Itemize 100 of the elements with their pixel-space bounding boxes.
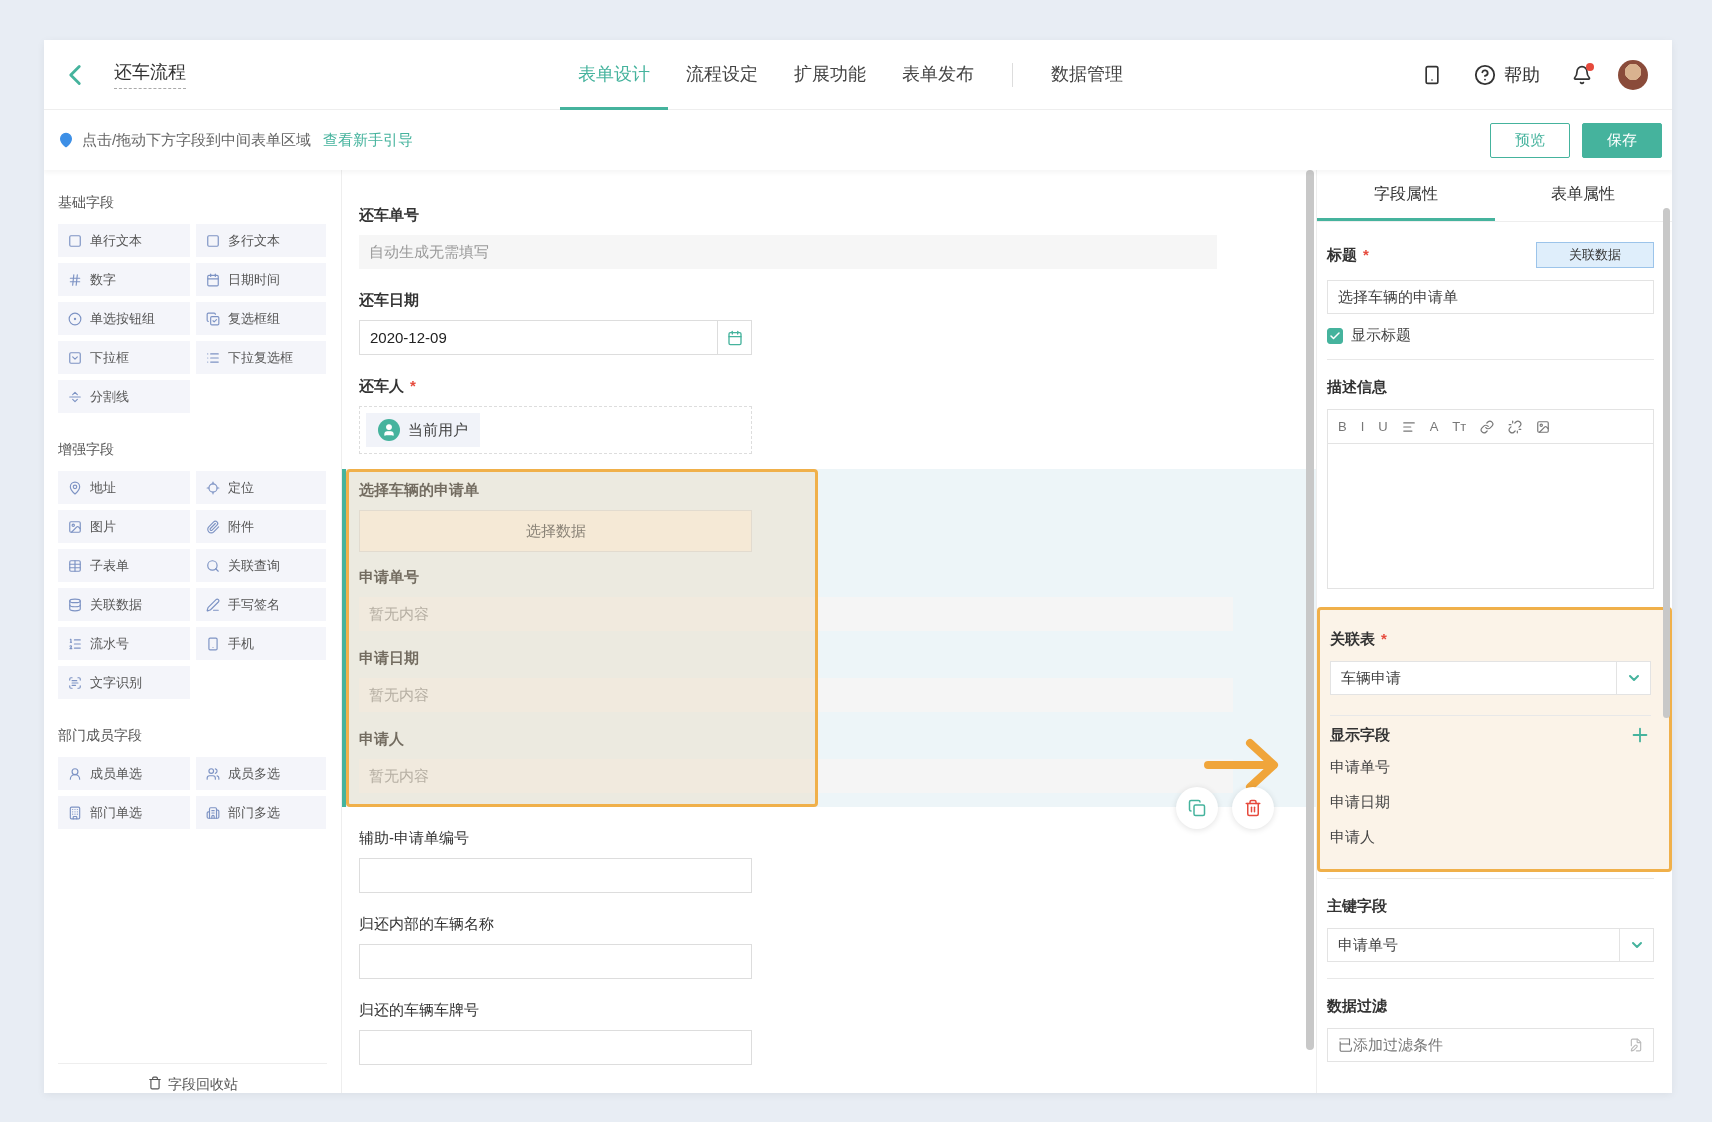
field-label: 申请日期 <box>359 649 420 668</box>
field-type-item[interactable]: 地址 <box>58 471 190 504</box>
field-type-item[interactable]: 子表单 <box>58 549 190 582</box>
field-type-item[interactable]: 复选框组 <box>196 302 326 335</box>
copy-button[interactable] <box>1176 787 1218 829</box>
field-type-item[interactable]: 成员单选 <box>58 757 190 790</box>
user-field[interactable]: 当前用户 <box>359 406 752 454</box>
nav-tab[interactable]: 数据管理 <box>1033 40 1141 110</box>
recycle-bin-label[interactable]: 字段回收站 <box>167 1076 238 1093</box>
field-type-item[interactable]: 日期时间 <box>196 263 326 296</box>
format-button[interactable]: B <box>1338 419 1347 434</box>
primary-key-select[interactable]: 申请单号 <box>1327 928 1654 962</box>
copy-icon <box>1188 799 1206 817</box>
field-type-item[interactable]: 关联数据 <box>58 588 190 621</box>
field-type-item[interactable]: 关联查询 <box>196 549 326 582</box>
field-type-item[interactable]: 单选按钮组 <box>58 302 190 335</box>
property-label: 描述信息 <box>1327 378 1387 397</box>
linked-table-select[interactable]: 车辆申请 <box>1330 661 1651 695</box>
hint-text: 点击/拖动下方字段到中间表单区域 <box>82 130 312 150</box>
image-button[interactable] <box>1536 419 1551 434</box>
field-type-item[interactable]: 下拉框 <box>58 341 190 374</box>
divider-icon <box>68 389 82 404</box>
field-type-item[interactable]: 手写签名 <box>196 588 326 621</box>
user-chip: 当前用户 <box>366 413 480 447</box>
date-field[interactable]: 2020-12-09 <box>359 320 752 355</box>
nav-tab[interactable]: 表单发布 <box>884 40 992 110</box>
help-icon <box>1474 63 1496 86</box>
format-button[interactable]: U <box>1378 419 1388 434</box>
title-input[interactable]: 选择车辆的申请单 <box>1327 280 1654 314</box>
field-type-label: 地址 <box>90 478 116 497</box>
field-type-label: 部门多选 <box>228 803 280 822</box>
pen-icon <box>206 597 220 612</box>
unlink-button[interactable] <box>1508 419 1523 434</box>
selected-field-block[interactable]: 选择车辆的申请单 选择数据 申请单号 暂无内容 申请日期 暂无内容 申请人 暂无内容 <box>342 469 1316 807</box>
paperclip-icon <box>206 519 220 534</box>
bell-icon[interactable] <box>1572 64 1592 85</box>
list-icon <box>68 636 82 651</box>
readonly-field: 暂无内容 <box>359 759 1233 793</box>
help-button[interactable]: 帮助 <box>1468 61 1546 88</box>
text-field[interactable] <box>359 1030 752 1065</box>
delete-button[interactable] <box>1232 787 1274 829</box>
field-type-item[interactable]: 分割线 <box>58 380 190 413</box>
display-field-item[interactable]: 申请日期 <box>1330 793 1651 812</box>
dropdown-icon <box>68 350 82 365</box>
property-tab[interactable]: 表单属性 <box>1494 170 1672 221</box>
text-field[interactable] <box>359 858 752 893</box>
display-field-item[interactable]: 申请人 <box>1330 828 1651 847</box>
phone-icon[interactable] <box>1422 64 1442 85</box>
field-type-item[interactable]: 手机 <box>196 627 326 660</box>
field-type-item[interactable]: 单行文本 <box>58 224 190 257</box>
building-icon <box>68 805 82 820</box>
format-button[interactable]: I <box>1360 419 1365 434</box>
field-label: 还车单号 <box>359 206 420 225</box>
field-type-item[interactable]: 图片 <box>58 510 190 543</box>
text-field[interactable] <box>359 944 752 979</box>
format-button[interactable]: Tт <box>1452 419 1467 434</box>
field-type-item[interactable]: 多行文本 <box>196 224 326 257</box>
trash-icon <box>1244 799 1262 817</box>
field-type-label: 成员单选 <box>90 764 142 783</box>
required-mark: * <box>1363 245 1369 263</box>
field-type-item[interactable]: 部门多选 <box>196 796 326 829</box>
database-icon <box>68 597 82 612</box>
field-type-item[interactable]: 文字识别 <box>58 666 190 699</box>
field-type-label: 手机 <box>228 634 254 653</box>
link-button[interactable] <box>1480 419 1495 434</box>
field-type-label: 分割线 <box>90 387 129 406</box>
field-type-item[interactable]: 定位 <box>196 471 326 504</box>
field-type-item[interactable]: 附件 <box>196 510 326 543</box>
nav-tab[interactable]: 流程设定 <box>668 40 776 110</box>
checkbox[interactable] <box>1327 327 1343 344</box>
field-type-item[interactable]: 成员多选 <box>196 757 326 790</box>
required-mark: * <box>410 377 416 394</box>
search-icon <box>206 558 220 573</box>
calendar-icon[interactable] <box>726 329 743 346</box>
pin-icon <box>68 480 82 495</box>
users-icon <box>206 766 220 781</box>
nav-tab[interactable]: 扩展功能 <box>776 40 884 110</box>
align-button[interactable] <box>1401 419 1416 434</box>
property-tab[interactable]: 字段属性 <box>1317 170 1495 221</box>
field-type-label: 文字识别 <box>90 673 142 692</box>
field-type-item[interactable]: 部门单选 <box>58 796 190 829</box>
format-button[interactable]: A <box>1429 419 1439 434</box>
data-filter-field[interactable]: 已添加过滤条件 <box>1327 1028 1654 1062</box>
property-label: 显示字段 <box>1330 725 1390 745</box>
edit-icon[interactable] <box>1629 1038 1643 1052</box>
avatar[interactable] <box>1618 59 1648 90</box>
field-type-item[interactable]: 数字 <box>58 263 190 296</box>
show-title-checkbox[interactable]: 显示标题 <box>1327 326 1654 345</box>
field-type-item[interactable]: 流水号 <box>58 627 190 660</box>
field-type-item[interactable]: 下拉复选框 <box>196 341 326 374</box>
display-field-item[interactable]: 申请单号 <box>1330 758 1651 777</box>
form-title: 还车流程 <box>114 60 186 89</box>
rich-text-editor[interactable]: B I U A Tт <box>1327 409 1654 589</box>
check-icon <box>1329 329 1341 342</box>
field-label: 辅助-申请单编号 <box>359 829 470 848</box>
field-type-label: 数字 <box>90 270 116 289</box>
field-type-label: 手写签名 <box>228 595 280 614</box>
field-label: 申请单号 <box>359 568 420 587</box>
linked-data-button[interactable]: 关联数据 <box>1536 242 1654 268</box>
field-type-label: 关联数据 <box>90 595 142 614</box>
